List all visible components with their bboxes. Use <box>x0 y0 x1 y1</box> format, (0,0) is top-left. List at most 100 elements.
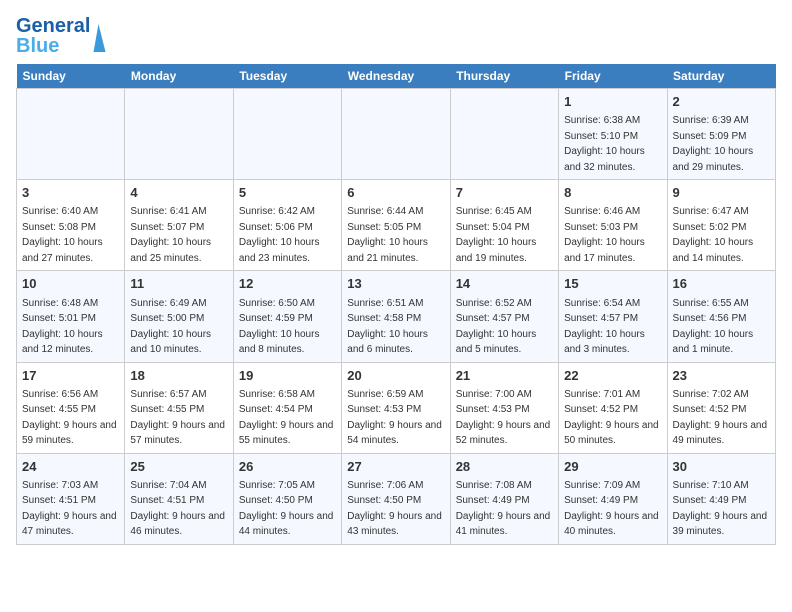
calendar-cell: 4 Sunrise: 6:41 AM Sunset: 5:07 PM Daylig… <box>125 180 233 271</box>
calendar-cell: 2 Sunrise: 6:39 AM Sunset: 5:09 PM Daylig… <box>667 89 775 180</box>
day-number: 19 <box>239 367 336 385</box>
day-number: 16 <box>673 275 770 293</box>
day-number: 8 <box>564 184 661 202</box>
day-info: Sunrise: 6:51 AM Sunset: 4:58 PM Dayligh… <box>347 298 428 356</box>
day-info: Sunrise: 6:59 AM Sunset: 4:53 PM Dayligh… <box>347 389 442 447</box>
day-number: 26 <box>239 458 336 476</box>
calendar-cell: 22 Sunrise: 7:01 AM Sunset: 4:52 PM Dayli… <box>559 362 667 453</box>
calendar-cell: 26 Sunrise: 7:05 AM Sunset: 4:50 PM Dayli… <box>233 453 341 544</box>
day-info: Sunrise: 6:55 AM Sunset: 4:56 PM Dayligh… <box>673 298 754 356</box>
calendar-cell: 30 Sunrise: 7:10 AM Sunset: 4:49 PM Dayli… <box>667 453 775 544</box>
calendar-cell: 5 Sunrise: 6:42 AM Sunset: 5:06 PM Daylig… <box>233 180 341 271</box>
day-info: Sunrise: 6:41 AM Sunset: 5:07 PM Dayligh… <box>130 206 211 264</box>
day-number: 10 <box>22 275 119 293</box>
page-header: General Blue <box>16 16 776 56</box>
day-number: 12 <box>239 275 336 293</box>
day-info: Sunrise: 7:03 AM Sunset: 4:51 PM Dayligh… <box>22 480 117 538</box>
day-number: 22 <box>564 367 661 385</box>
calendar-table: SundayMondayTuesdayWednesdayThursdayFrid… <box>16 64 776 545</box>
calendar-cell: 23 Sunrise: 7:02 AM Sunset: 4:52 PM Dayli… <box>667 362 775 453</box>
weekday-header: Thursday <box>450 64 558 89</box>
calendar-cell: 3 Sunrise: 6:40 AM Sunset: 5:08 PM Daylig… <box>17 180 125 271</box>
day-number: 21 <box>456 367 553 385</box>
calendar-cell: 18 Sunrise: 6:57 AM Sunset: 4:55 PM Dayli… <box>125 362 233 453</box>
day-number: 15 <box>564 275 661 293</box>
day-number: 27 <box>347 458 444 476</box>
day-info: Sunrise: 7:09 AM Sunset: 4:49 PM Dayligh… <box>564 480 659 538</box>
day-info: Sunrise: 7:06 AM Sunset: 4:50 PM Dayligh… <box>347 480 442 538</box>
calendar-cell: 25 Sunrise: 7:04 AM Sunset: 4:51 PM Dayli… <box>125 453 233 544</box>
calendar-cell <box>17 89 125 180</box>
day-info: Sunrise: 6:50 AM Sunset: 4:59 PM Dayligh… <box>239 298 320 356</box>
day-number: 20 <box>347 367 444 385</box>
calendar-cell <box>450 89 558 180</box>
calendar-cell: 20 Sunrise: 6:59 AM Sunset: 4:53 PM Dayli… <box>342 362 450 453</box>
day-info: Sunrise: 6:49 AM Sunset: 5:00 PM Dayligh… <box>130 298 211 356</box>
calendar-cell: 10 Sunrise: 6:48 AM Sunset: 5:01 PM Dayli… <box>17 271 125 362</box>
day-number: 1 <box>564 93 661 111</box>
calendar-cell: 15 Sunrise: 6:54 AM Sunset: 4:57 PM Dayli… <box>559 271 667 362</box>
day-info: Sunrise: 6:42 AM Sunset: 5:06 PM Dayligh… <box>239 206 320 264</box>
day-info: Sunrise: 6:58 AM Sunset: 4:54 PM Dayligh… <box>239 389 334 447</box>
day-number: 24 <box>22 458 119 476</box>
day-number: 3 <box>22 184 119 202</box>
weekday-header: Friday <box>559 64 667 89</box>
day-info: Sunrise: 7:01 AM Sunset: 4:52 PM Dayligh… <box>564 389 659 447</box>
day-info: Sunrise: 6:52 AM Sunset: 4:57 PM Dayligh… <box>456 298 537 356</box>
calendar-cell <box>342 89 450 180</box>
day-info: Sunrise: 7:05 AM Sunset: 4:50 PM Dayligh… <box>239 480 334 538</box>
day-info: Sunrise: 6:48 AM Sunset: 5:01 PM Dayligh… <box>22 298 103 356</box>
day-number: 30 <box>673 458 770 476</box>
day-number: 6 <box>347 184 444 202</box>
calendar-cell: 21 Sunrise: 7:00 AM Sunset: 4:53 PM Dayli… <box>450 362 558 453</box>
day-number: 29 <box>564 458 661 476</box>
day-info: Sunrise: 6:47 AM Sunset: 5:02 PM Dayligh… <box>673 206 754 264</box>
day-info: Sunrise: 6:38 AM Sunset: 5:10 PM Dayligh… <box>564 115 645 173</box>
day-number: 2 <box>673 93 770 111</box>
calendar-cell: 14 Sunrise: 6:52 AM Sunset: 4:57 PM Dayli… <box>450 271 558 362</box>
calendar-cell: 11 Sunrise: 6:49 AM Sunset: 5:00 PM Dayli… <box>125 271 233 362</box>
calendar-cell: 29 Sunrise: 7:09 AM Sunset: 4:49 PM Dayli… <box>559 453 667 544</box>
day-info: Sunrise: 7:04 AM Sunset: 4:51 PM Dayligh… <box>130 480 225 538</box>
day-info: Sunrise: 6:54 AM Sunset: 4:57 PM Dayligh… <box>564 298 645 356</box>
logo: General Blue <box>16 16 108 56</box>
day-number: 7 <box>456 184 553 202</box>
calendar-cell: 12 Sunrise: 6:50 AM Sunset: 4:59 PM Dayli… <box>233 271 341 362</box>
day-info: Sunrise: 6:57 AM Sunset: 4:55 PM Dayligh… <box>130 389 225 447</box>
calendar-cell: 1 Sunrise: 6:38 AM Sunset: 5:10 PM Daylig… <box>559 89 667 180</box>
calendar-cell: 13 Sunrise: 6:51 AM Sunset: 4:58 PM Dayli… <box>342 271 450 362</box>
day-info: Sunrise: 7:10 AM Sunset: 4:49 PM Dayligh… <box>673 480 768 538</box>
weekday-header: Tuesday <box>233 64 341 89</box>
day-number: 17 <box>22 367 119 385</box>
calendar-cell: 19 Sunrise: 6:58 AM Sunset: 4:54 PM Dayli… <box>233 362 341 453</box>
day-info: Sunrise: 6:44 AM Sunset: 5:05 PM Dayligh… <box>347 206 428 264</box>
day-number: 25 <box>130 458 227 476</box>
day-number: 28 <box>456 458 553 476</box>
day-info: Sunrise: 7:02 AM Sunset: 4:52 PM Dayligh… <box>673 389 768 447</box>
day-info: Sunrise: 7:00 AM Sunset: 4:53 PM Dayligh… <box>456 389 551 447</box>
day-number: 23 <box>673 367 770 385</box>
calendar-cell: 24 Sunrise: 7:03 AM Sunset: 4:51 PM Dayli… <box>17 453 125 544</box>
day-number: 9 <box>673 184 770 202</box>
calendar-cell <box>125 89 233 180</box>
weekday-header: Monday <box>125 64 233 89</box>
weekday-header: Wednesday <box>342 64 450 89</box>
day-number: 13 <box>347 275 444 293</box>
day-number: 14 <box>456 275 553 293</box>
day-info: Sunrise: 6:39 AM Sunset: 5:09 PM Dayligh… <box>673 115 754 173</box>
calendar-cell: 9 Sunrise: 6:47 AM Sunset: 5:02 PM Daylig… <box>667 180 775 271</box>
weekday-header: Saturday <box>667 64 775 89</box>
calendar-cell: 16 Sunrise: 6:55 AM Sunset: 4:56 PM Dayli… <box>667 271 775 362</box>
calendar-cell: 27 Sunrise: 7:06 AM Sunset: 4:50 PM Dayli… <box>342 453 450 544</box>
day-number: 11 <box>130 275 227 293</box>
calendar-cell: 28 Sunrise: 7:08 AM Sunset: 4:49 PM Dayli… <box>450 453 558 544</box>
day-info: Sunrise: 6:45 AM Sunset: 5:04 PM Dayligh… <box>456 206 537 264</box>
calendar-cell: 6 Sunrise: 6:44 AM Sunset: 5:05 PM Daylig… <box>342 180 450 271</box>
day-info: Sunrise: 6:46 AM Sunset: 5:03 PM Dayligh… <box>564 206 645 264</box>
day-number: 4 <box>130 184 227 202</box>
day-number: 5 <box>239 184 336 202</box>
day-info: Sunrise: 6:40 AM Sunset: 5:08 PM Dayligh… <box>22 206 103 264</box>
day-number: 18 <box>130 367 227 385</box>
calendar-cell <box>233 89 341 180</box>
day-info: Sunrise: 7:08 AM Sunset: 4:49 PM Dayligh… <box>456 480 551 538</box>
